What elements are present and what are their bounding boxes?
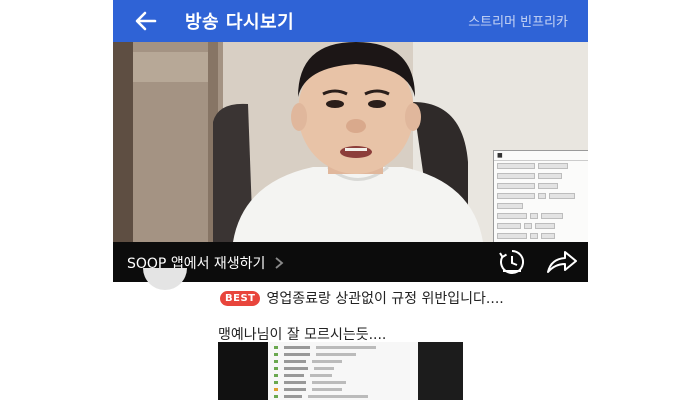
best-post[interactable]: BEST 영업종료랑 상관없이 규정 위반입니다....	[220, 288, 504, 308]
page-title: 방송 다시보기	[185, 12, 295, 33]
chat-overlay-tab: ■	[497, 152, 503, 159]
post-description: 맹예나님이 잘 모르시는듯....	[218, 327, 387, 343]
back-button[interactable]	[131, 7, 161, 35]
best-badge: BEST	[220, 290, 261, 306]
chat-overlay-row	[497, 193, 588, 201]
chat-overlay-row	[497, 233, 588, 241]
chat-overlay-row	[497, 203, 588, 211]
replay-clock-icon[interactable]	[498, 248, 526, 276]
chat-overlay-row	[497, 213, 588, 221]
avatar	[143, 268, 187, 290]
share-arrow-icon[interactable]	[545, 248, 579, 276]
chat-overlay-row	[497, 173, 588, 181]
thumbnail-chat-panel	[268, 342, 418, 400]
chat-overlay: ■ ▸	[493, 150, 588, 242]
post-title: 영업종료랑 상관없이 규정 위반입니다....	[266, 291, 504, 307]
chat-overlay-row	[497, 183, 588, 191]
app-frame: 방송 다시보기 스트리머 빈프리카 ■ SOOP 앱에서 재생하기 BEST 영…	[113, 0, 588, 400]
top-header: 방송 다시보기 스트리머 빈프리카	[113, 0, 588, 42]
video-player[interactable]: ■ ▸	[113, 42, 588, 242]
arrow-left-icon	[135, 11, 157, 31]
thumbnail-video-area	[418, 342, 463, 400]
chat-overlay-row	[497, 163, 588, 171]
chat-overlay-header: ■ ▸	[494, 151, 588, 161]
streamer-name[interactable]: 스트리머 빈프리카	[468, 11, 568, 30]
chat-overlay-row	[497, 223, 588, 231]
post-thumbnail[interactable]	[218, 342, 463, 400]
chevron-right-icon	[275, 257, 284, 269]
